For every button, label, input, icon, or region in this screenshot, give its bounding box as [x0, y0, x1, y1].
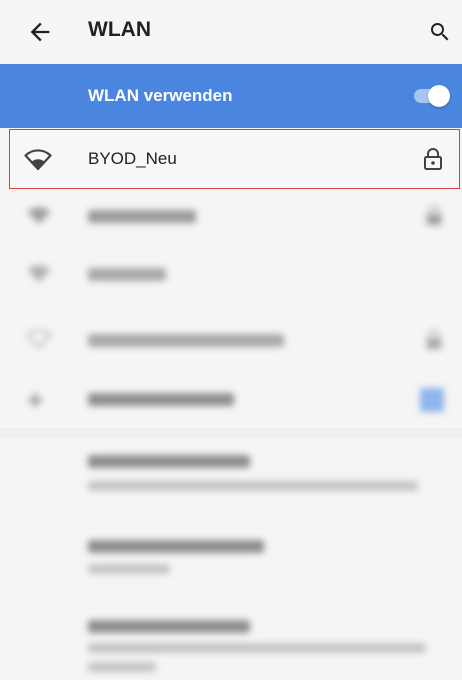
lock-icon	[426, 206, 442, 226]
settings-item-summary	[88, 643, 426, 653]
network-row[interactable]	[88, 268, 166, 281]
network-row[interactable]	[88, 210, 196, 223]
settings-item-summary	[88, 564, 170, 574]
settings-item-summary	[88, 662, 156, 672]
network-row[interactable]	[88, 334, 284, 347]
settings-item-summary	[88, 481, 418, 491]
arrow-back-icon[interactable]	[26, 18, 54, 46]
add-network-item[interactable]	[88, 393, 234, 406]
wifi-icon	[24, 149, 52, 171]
plus-icon	[28, 393, 42, 407]
app-bar: WLAN	[0, 0, 462, 64]
search-icon[interactable]	[428, 20, 452, 44]
network-name: BYOD_Neu	[88, 149, 177, 168]
settings-item[interactable]	[88, 540, 264, 553]
lock-icon	[424, 148, 442, 170]
page-title: WLAN	[88, 18, 151, 41]
toggle-thumb	[428, 85, 450, 107]
network-row-content: BYOD_Neu	[0, 128, 462, 192]
settings-item[interactable]	[88, 455, 250, 468]
wlan-master-label: WLAN verwenden	[88, 86, 233, 105]
qr-code-icon[interactable]	[420, 388, 444, 412]
wlan-master-bar[interactable]: WLAN verwenden	[0, 64, 462, 128]
settings-item[interactable]	[88, 620, 250, 633]
lock-icon	[426, 330, 442, 350]
wifi-icon	[27, 207, 51, 225]
wifi-icon	[26, 329, 52, 349]
wlan-toggle-switch[interactable]	[414, 82, 450, 110]
wifi-icon	[27, 265, 51, 283]
section-divider	[0, 428, 462, 438]
